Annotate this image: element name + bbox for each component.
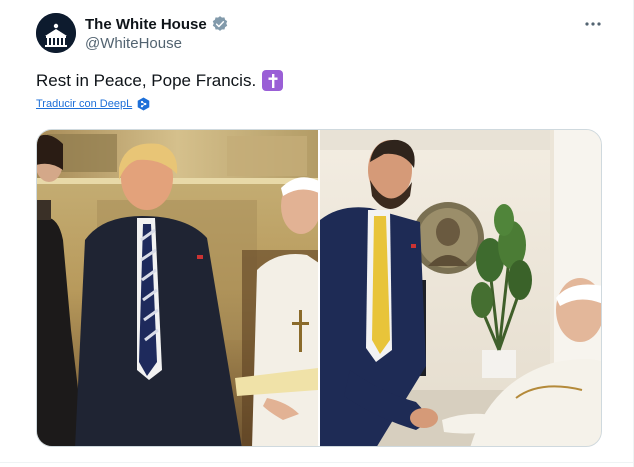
- divider: [0, 462, 634, 463]
- more-options-icon[interactable]: [582, 14, 604, 34]
- white-house-logo-icon: [36, 13, 76, 53]
- tweet-card[interactable]: The White House @WhiteHouse Rest in Peac…: [0, 0, 634, 467]
- photo-vatican-meeting-image: [37, 130, 318, 446]
- translate-link[interactable]: Traducir con DeepL: [36, 97, 150, 111]
- photo-right[interactable]: [320, 130, 601, 446]
- photo-handshake-image: [320, 130, 601, 446]
- author-handle[interactable]: @WhiteHouse: [85, 35, 182, 52]
- avatar[interactable]: [36, 13, 76, 53]
- media-grid[interactable]: [36, 129, 602, 447]
- author-name[interactable]: The White House: [85, 16, 207, 33]
- photo-left[interactable]: [37, 130, 318, 446]
- tweet-text: Rest in Peace, Pope Francis.: [36, 70, 257, 90]
- latin-cross-emoji-icon: [262, 70, 284, 91]
- tweet-text-container: Rest in Peace, Pope Francis.: [36, 70, 284, 91]
- verified-badge-icon[interactable]: [211, 15, 229, 33]
- deepl-icon: [137, 97, 150, 111]
- translate-label[interactable]: Traducir con DeepL: [36, 98, 132, 110]
